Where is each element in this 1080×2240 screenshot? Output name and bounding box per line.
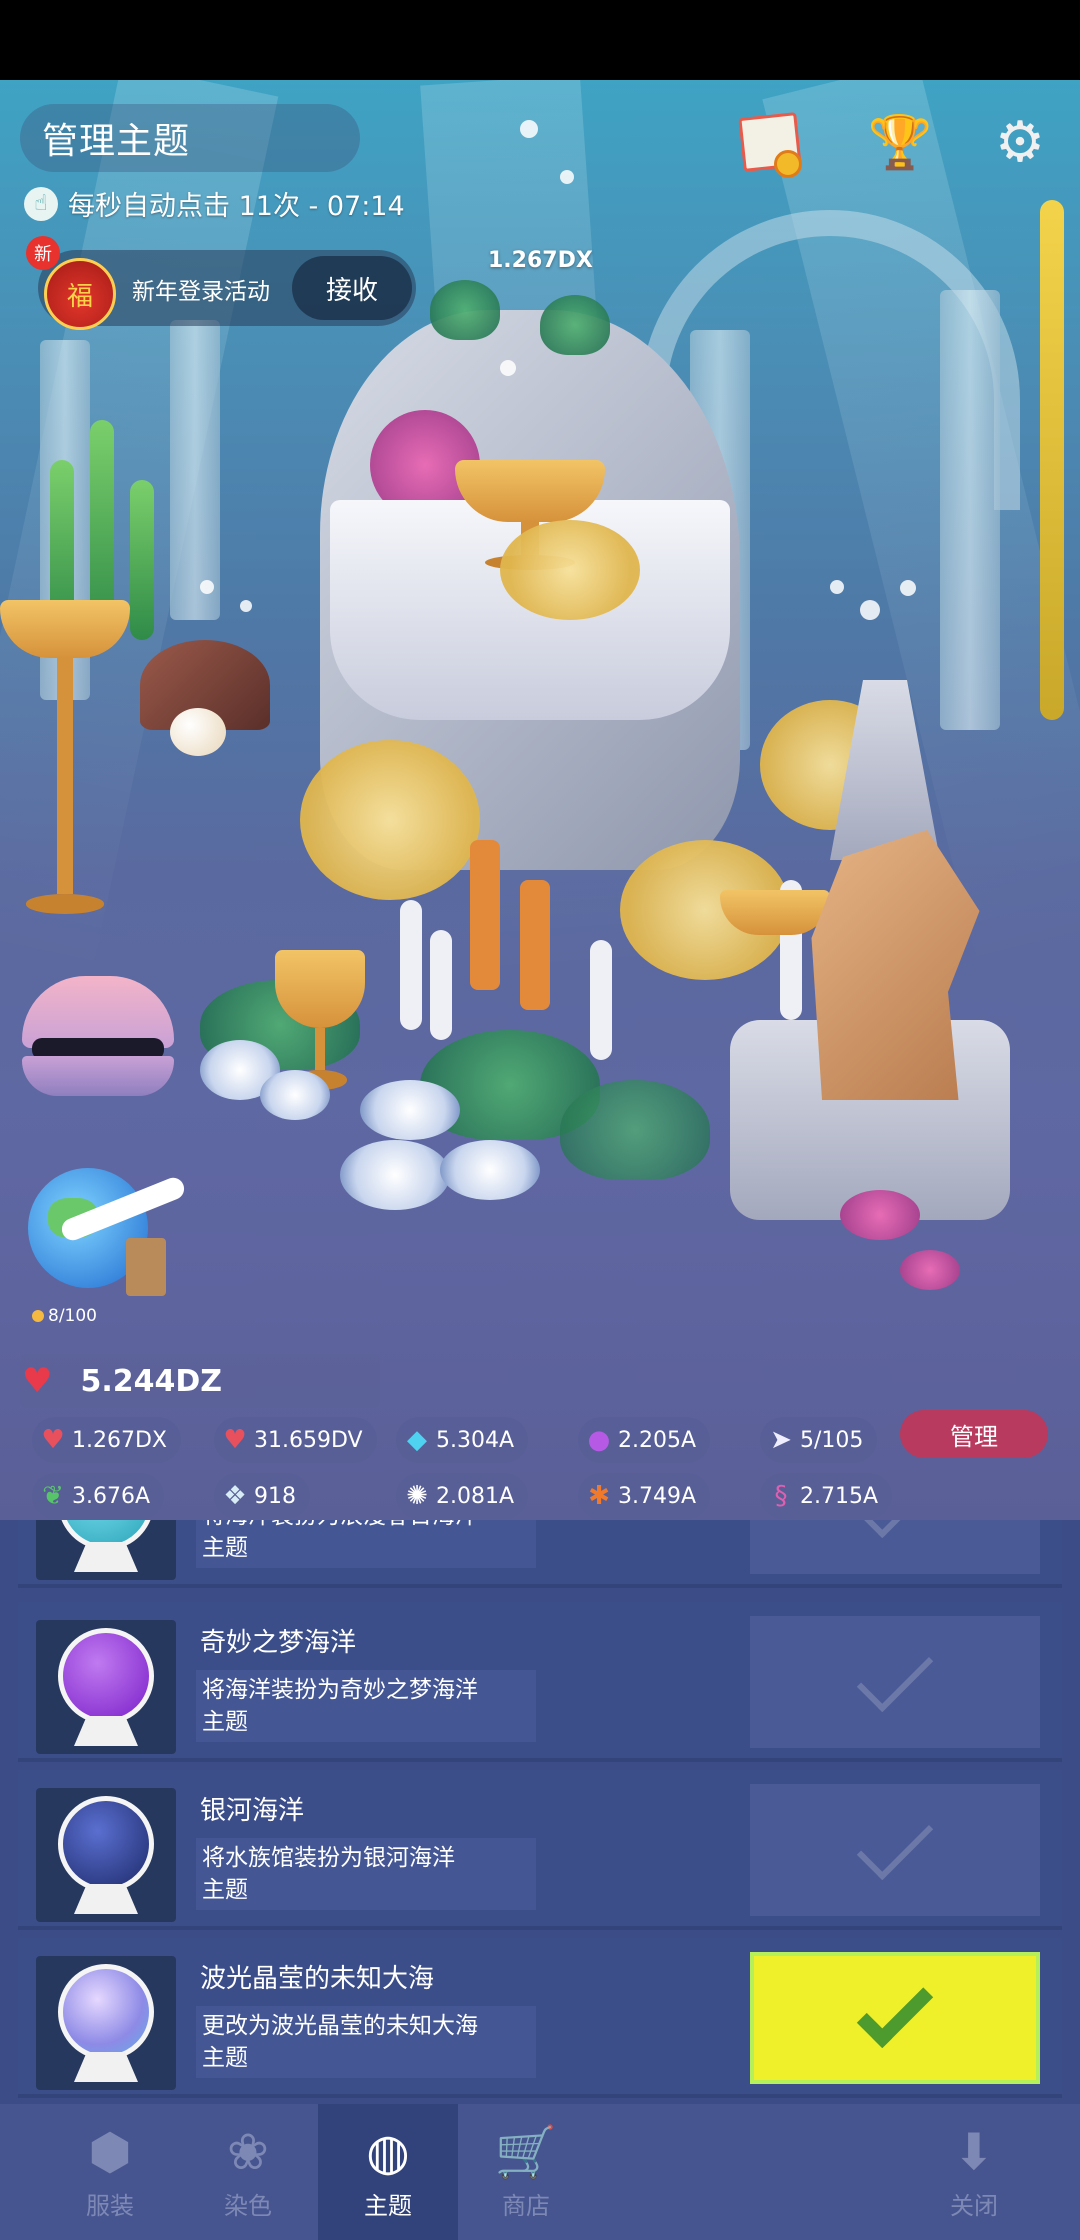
urchin-icon: ✺ (406, 1481, 428, 1511)
outfit-icon: ⬢ (88, 2122, 132, 2181)
theme-icon: ◍ (366, 2122, 410, 2181)
theme-thumbnail (36, 1620, 176, 1754)
leaf-icon: ❦ (42, 1481, 64, 1511)
clam-shell-button[interactable] (22, 976, 174, 1106)
fish-icon: ➤ (770, 1425, 792, 1455)
tab-shop[interactable]: 🛒 商店 (456, 2104, 596, 2240)
theme-selected-check-button[interactable] (750, 1952, 1040, 2084)
stat-tap-heart: ♥ 1.267DX (32, 1417, 181, 1463)
cart-icon: 🛒 (494, 2122, 558, 2181)
stat-urchin: ✺ 2.081A (396, 1473, 529, 1519)
theme-apply-button[interactable] (750, 1784, 1040, 1916)
seahorse-icon: § (774, 1481, 788, 1511)
check-icon (856, 1635, 934, 1713)
stat-leaf: ❦ 3.676A (32, 1473, 165, 1519)
crab-icon: ✱ (588, 1481, 610, 1511)
tap-heart-icon: ♥ (41, 1425, 65, 1455)
theme-item[interactable]: 银河海洋 将水族馆装扮为银河海洋 主题 (18, 1770, 1062, 1930)
theme-name: 银河海洋 (200, 1796, 305, 1826)
tab-close[interactable]: ⬇ 关闭 (904, 2104, 1044, 2240)
theme-thumbnail (36, 1956, 176, 2090)
crystal-icon: ❖ (223, 1481, 247, 1511)
theme-name: 波光晶莹的未知大海 (200, 1964, 435, 1994)
theme-desc: 将水族馆装扮为银河海洋 主题 (196, 1838, 536, 1910)
stat-fish: ➤ 5/105 (760, 1417, 878, 1463)
trophy-icon[interactable]: 🏆 (868, 110, 933, 174)
tab-theme[interactable]: ◍ 主题 (318, 2104, 458, 2240)
auto-click-status: ☝ 每秒自动点击 11次 - 07:14 (24, 184, 405, 223)
theme-item[interactable]: 奇妙之梦海洋 将海洋装扮为奇妙之梦海洋 主题 (18, 1602, 1062, 1762)
heart-plus-icon: ♥ (223, 1425, 247, 1455)
coral-dye-icon: ❀ (227, 2122, 269, 2181)
tab-outfit[interactable]: ⬢ 服装 (40, 2104, 180, 2240)
click-value-float: 1.267DX (488, 248, 593, 273)
crystal-ball-icon (58, 1628, 154, 1724)
clock-tower-icon (126, 1238, 166, 1296)
stat-seahorse: § 2.715A (760, 1473, 893, 1519)
manage-button[interactable]: 管理 (900, 1410, 1048, 1458)
event-label: 新年登录活动 (132, 279, 270, 305)
gear-icon[interactable]: ⚙ (988, 110, 1052, 175)
theme-list[interactable]: 将海洋装扮为浪漫春日海洋 主题 奇妙之梦海洋 将海洋装扮为奇妙之梦海洋 主题 银… (0, 1520, 1080, 2104)
theme-apply-button[interactable] (750, 1616, 1040, 1748)
stat-pearl: ● 2.205A (578, 1417, 711, 1463)
crystal-ball-icon (58, 1796, 154, 1892)
theme-item-selected[interactable]: 波光晶莹的未知大海 更改为波光晶莹的未知大海 主题 (18, 1938, 1062, 2098)
stat-diamond: ◆ 5.304A (396, 1417, 529, 1463)
close-down-icon: ⬇ (953, 2122, 995, 2181)
event-receive-button[interactable]: 接收 (292, 256, 412, 320)
theme-apply-button[interactable] (750, 1520, 1040, 1574)
diamond-icon: ◆ (407, 1425, 427, 1455)
pearl-icon: ● (587, 1425, 611, 1455)
stat-crab: ✱ 3.749A (578, 1473, 711, 1519)
theme-desc: 更改为波光晶莹的未知大海 主题 (196, 2006, 536, 2078)
travel-count: 8/100 (32, 1306, 97, 1326)
medal-icon (774, 150, 802, 178)
auto-click-text: 每秒自动点击 11次 - 07:14 (68, 191, 405, 222)
crystal-ball-icon (58, 1964, 154, 2060)
check-icon (856, 1971, 934, 2049)
tab-dye[interactable]: ❀ 染色 (178, 2104, 318, 2240)
check-icon (856, 1520, 934, 1539)
travel-globe-button[interactable] (28, 1158, 188, 1308)
auto-click-icon: ☝ (24, 186, 58, 221)
stat-heart-plus: ♥ 31.659DV (214, 1417, 377, 1463)
lucky-bag-icon[interactable]: 福 (44, 258, 116, 330)
page-title: 管理主题 (42, 121, 191, 162)
theme-item[interactable]: 将海洋装扮为浪漫春日海洋 主题 (18, 1520, 1062, 1588)
new-badge: 新 (26, 236, 60, 270)
photo-album-icon[interactable] (738, 110, 802, 178)
bottom-tab-bar: ⬢ 服装 ❀ 染色 ◍ 主题 🛒 商店 ⬇ 关闭 (0, 2104, 1080, 2240)
theme-thumbnail (36, 1788, 176, 1922)
stat-crystal: ❖ 918 (214, 1473, 310, 1519)
theme-desc: 将海洋装扮为奇妙之梦海洋 主题 (196, 1670, 536, 1742)
check-icon (856, 1803, 934, 1881)
page-title-pill: 管理主题 (20, 104, 360, 172)
theme-desc: 将海洋装扮为浪漫春日海洋 主题 (196, 1520, 536, 1568)
status-bar (0, 0, 1080, 80)
theme-thumbnail (36, 1520, 176, 1580)
theme-name: 奇妙之梦海洋 (200, 1628, 357, 1658)
